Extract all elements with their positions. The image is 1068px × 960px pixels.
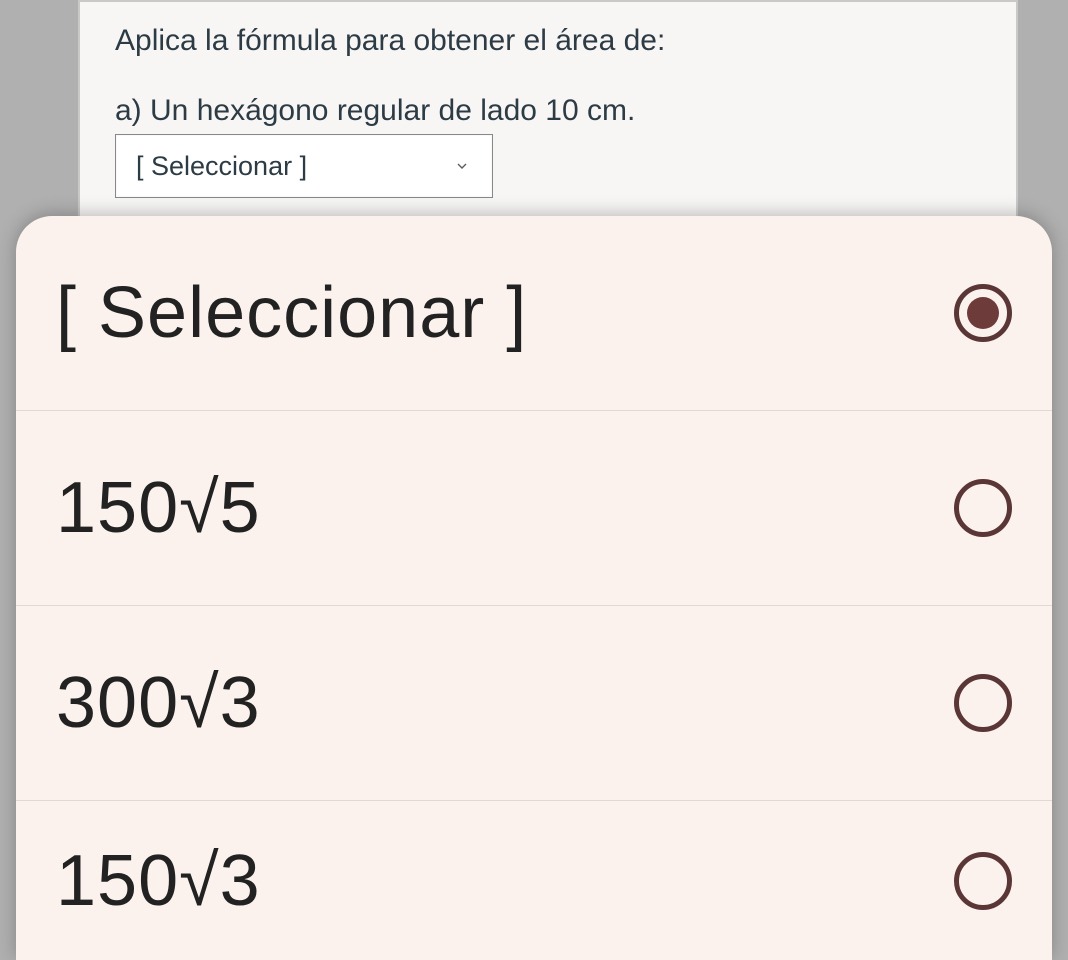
radio-selected-icon xyxy=(954,284,1012,342)
select-options-sheet: [ Seleccionar ] 150√5 300√3 150√3 xyxy=(16,216,1052,960)
radio-unselected-icon xyxy=(954,852,1012,910)
option-label: 300√3 xyxy=(56,662,261,744)
option-1[interactable]: 150√5 xyxy=(16,411,1052,606)
option-2[interactable]: 300√3 xyxy=(16,606,1052,801)
modal-overlay[interactable]: [ Seleccionar ] 150√5 300√3 150√3 xyxy=(0,0,1068,960)
radio-unselected-icon xyxy=(954,479,1012,537)
option-label: 150√5 xyxy=(56,467,261,549)
page-background: Aplica la fórmula para obtener el área d… xyxy=(0,0,1068,960)
option-label: [ Seleccionar ] xyxy=(56,272,527,354)
option-3[interactable]: 150√3 xyxy=(16,801,1052,960)
radio-unselected-icon xyxy=(954,674,1012,732)
option-label: 150√3 xyxy=(56,840,261,922)
option-placeholder[interactable]: [ Seleccionar ] xyxy=(16,216,1052,411)
